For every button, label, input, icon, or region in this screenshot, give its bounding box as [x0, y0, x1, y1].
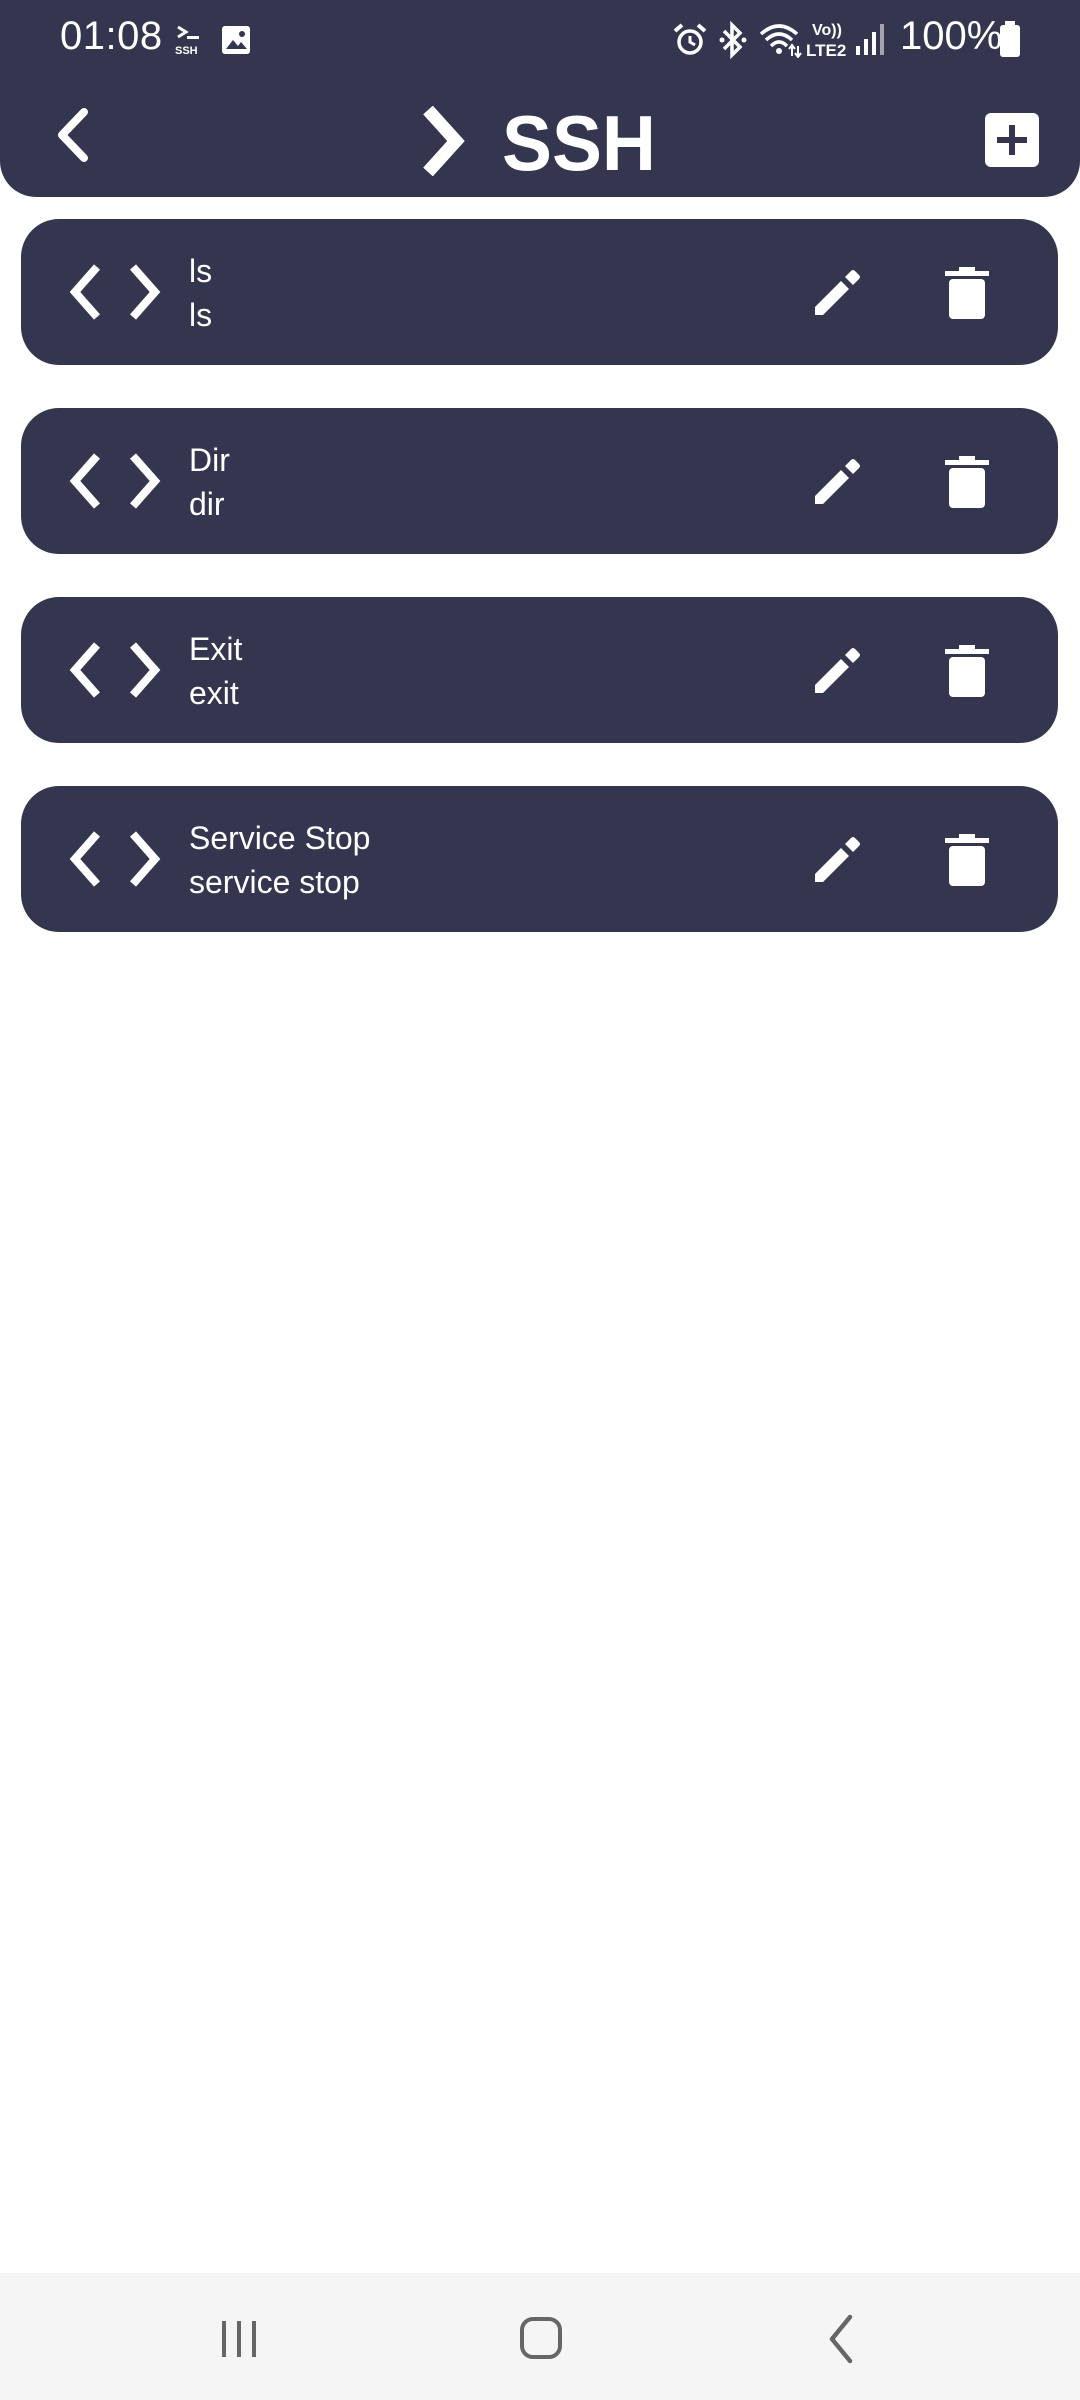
code-icon [69, 831, 161, 887]
code-icon [69, 453, 161, 509]
alarm-icon [673, 23, 707, 55]
delete-button[interactable] [941, 643, 993, 699]
trash-icon [945, 456, 989, 508]
command-name: Dir [189, 442, 230, 478]
app-logo-text: SSH [502, 106, 656, 176]
ssh-small-label: SSH [175, 45, 198, 56]
command-card[interactable]: ls ls [21, 219, 1058, 365]
add-command-button[interactable] [985, 113, 1039, 167]
signal-icon [856, 24, 884, 55]
status-time: 01:08 [60, 14, 163, 58]
chevron-left-icon [829, 2314, 853, 2364]
image-icon [222, 26, 250, 54]
home-icon [520, 2317, 562, 2359]
trash-icon [945, 645, 989, 697]
pencil-icon [815, 270, 860, 315]
edit-button[interactable] [809, 643, 865, 699]
app-header: 01:08 SSH Vo)) LTE2 100% SSH [0, 0, 1080, 197]
code-icon [69, 642, 161, 698]
code-icon [69, 264, 161, 320]
delete-button[interactable] [941, 265, 993, 321]
trash-icon [945, 834, 989, 886]
volte-lte2-icon: Vo)) LTE2 [806, 22, 846, 60]
command-name: ls [189, 253, 213, 289]
app-logo: SSH [423, 106, 656, 176]
battery-percentage: 100% [900, 14, 1003, 58]
command-card[interactable]: Service Stop service stop [21, 786, 1058, 932]
back-button[interactable] [48, 104, 98, 166]
edit-button[interactable] [809, 454, 865, 510]
wifi-icon [759, 24, 802, 58]
command-text: ls [189, 297, 213, 333]
prompt-chevron-icon [423, 106, 465, 176]
pencil-icon [815, 648, 860, 693]
delete-button[interactable] [941, 454, 993, 510]
delete-button[interactable] [941, 832, 993, 888]
system-back-button[interactable] [802, 2303, 882, 2369]
system-nav-bar [0, 2273, 1080, 2400]
pencil-icon [815, 837, 860, 882]
ssh-app-icon: SSH [175, 25, 199, 56]
chevron-left-icon [58, 108, 88, 162]
trash-icon [945, 267, 989, 319]
volte-label: Vo)) [812, 22, 842, 39]
recent-apps-button[interactable] [199, 2303, 279, 2369]
command-card[interactable]: Dir dir [21, 408, 1058, 554]
edit-button[interactable] [809, 832, 865, 888]
pencil-icon [815, 459, 860, 504]
command-name: Exit [189, 631, 243, 667]
lte-label: LTE2 [806, 41, 846, 60]
recent-apps-icon [222, 2321, 256, 2357]
edit-button[interactable] [809, 265, 865, 321]
command-text: exit [189, 675, 239, 711]
bluetooth-icon [719, 20, 747, 60]
command-text: dir [189, 486, 225, 522]
command-card[interactable]: Exit exit [21, 597, 1058, 743]
status-bar: 01:08 SSH Vo)) LTE2 100% [0, 0, 1080, 78]
battery-icon [1000, 21, 1020, 57]
home-button[interactable] [500, 2303, 580, 2369]
command-text: service stop [189, 864, 360, 900]
command-name: Service Stop [189, 820, 371, 856]
plus-icon [997, 125, 1027, 155]
